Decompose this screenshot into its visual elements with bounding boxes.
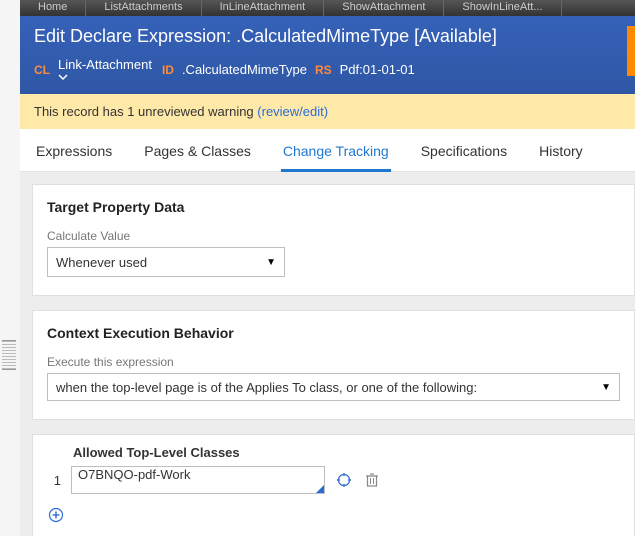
dropdown-arrow-icon: ▼	[266, 257, 276, 268]
tab-history[interactable]: History	[537, 139, 585, 171]
workspace-tab[interactable]: ListAttachments	[86, 0, 201, 16]
execute-expression-selected: when the top-level page is of the Applie…	[56, 380, 477, 395]
calculate-value-label: Calculate Value	[47, 229, 620, 243]
calculate-value-selected: Whenever used	[56, 255, 147, 270]
tab-change-tracking[interactable]: Change Tracking	[281, 139, 391, 172]
rule-header: Edit Declare Expression: .CalculatedMime…	[20, 16, 635, 94]
rule-tabs: Expressions Pages & Classes Change Track…	[20, 129, 635, 172]
id-value: .CalculatedMimeType	[182, 62, 307, 77]
workspace-tabstrip: Home ListAttachments InLineAttachment Sh…	[20, 0, 635, 16]
target-property-heading: Target Property Data	[47, 199, 620, 215]
execute-expression-select[interactable]: when the top-level page is of the Applie…	[47, 373, 620, 401]
workspace-tab[interactable]: InLineAttachment	[202, 0, 325, 16]
save-button[interactable]	[627, 26, 635, 76]
workspace-tab[interactable]: ShowAttachment	[324, 0, 444, 16]
allowed-classes-header: Allowed Top-Level Classes	[73, 445, 620, 460]
smart-prompt-icon[interactable]	[316, 485, 324, 493]
tab-specifications[interactable]: Specifications	[419, 139, 509, 171]
warning-text: This record has 1 unreviewed warning	[34, 104, 257, 119]
calculate-value-select[interactable]: Whenever used ▼	[47, 247, 285, 277]
trash-icon[interactable]	[363, 471, 381, 489]
context-execution-heading: Context Execution Behavior	[47, 325, 620, 341]
id-label: ID	[162, 63, 174, 77]
workspace-tab[interactable]: ShowInLineAtt...	[444, 0, 561, 16]
page-title: Edit Declare Expression: .CalculatedMime…	[34, 26, 621, 47]
ruleset-label: RS	[315, 63, 332, 77]
allowed-class-input[interactable]: O7BNQO-pdf-Work	[71, 466, 325, 494]
ruleset-value: Pdf:01-01-01	[340, 62, 415, 77]
table-row: 1 O7BNQO-pdf-Work	[47, 466, 620, 494]
workspace-tab[interactable]: Home	[20, 0, 86, 16]
tab-expressions[interactable]: Expressions	[34, 139, 114, 171]
allowed-classes-card: Allowed Top-Level Classes 1 O7BNQO-pdf-W…	[32, 434, 635, 536]
crosshair-icon[interactable]	[335, 471, 353, 489]
row-index: 1	[47, 473, 61, 488]
class-value[interactable]: Link-Attachment	[58, 57, 154, 82]
context-execution-card: Context Execution Behavior Execute this …	[32, 310, 635, 420]
class-label: CL	[34, 63, 50, 77]
execute-expression-label: Execute this expression	[47, 355, 620, 369]
left-rail	[0, 0, 21, 536]
dropdown-arrow-icon: ▼	[601, 382, 611, 393]
allowed-class-value: O7BNQO-pdf-Work	[78, 467, 190, 482]
target-property-card: Target Property Data Calculate Value Whe…	[32, 184, 635, 296]
warning-bar: This record has 1 unreviewed warning (re…	[20, 94, 635, 129]
rail-drag-handle[interactable]	[2, 340, 16, 370]
chevron-down-icon	[58, 72, 154, 82]
add-row-icon[interactable]	[47, 506, 65, 524]
warning-review-link[interactable]: (review/edit)	[257, 104, 328, 119]
tab-pages-classes[interactable]: Pages & Classes	[142, 139, 253, 171]
